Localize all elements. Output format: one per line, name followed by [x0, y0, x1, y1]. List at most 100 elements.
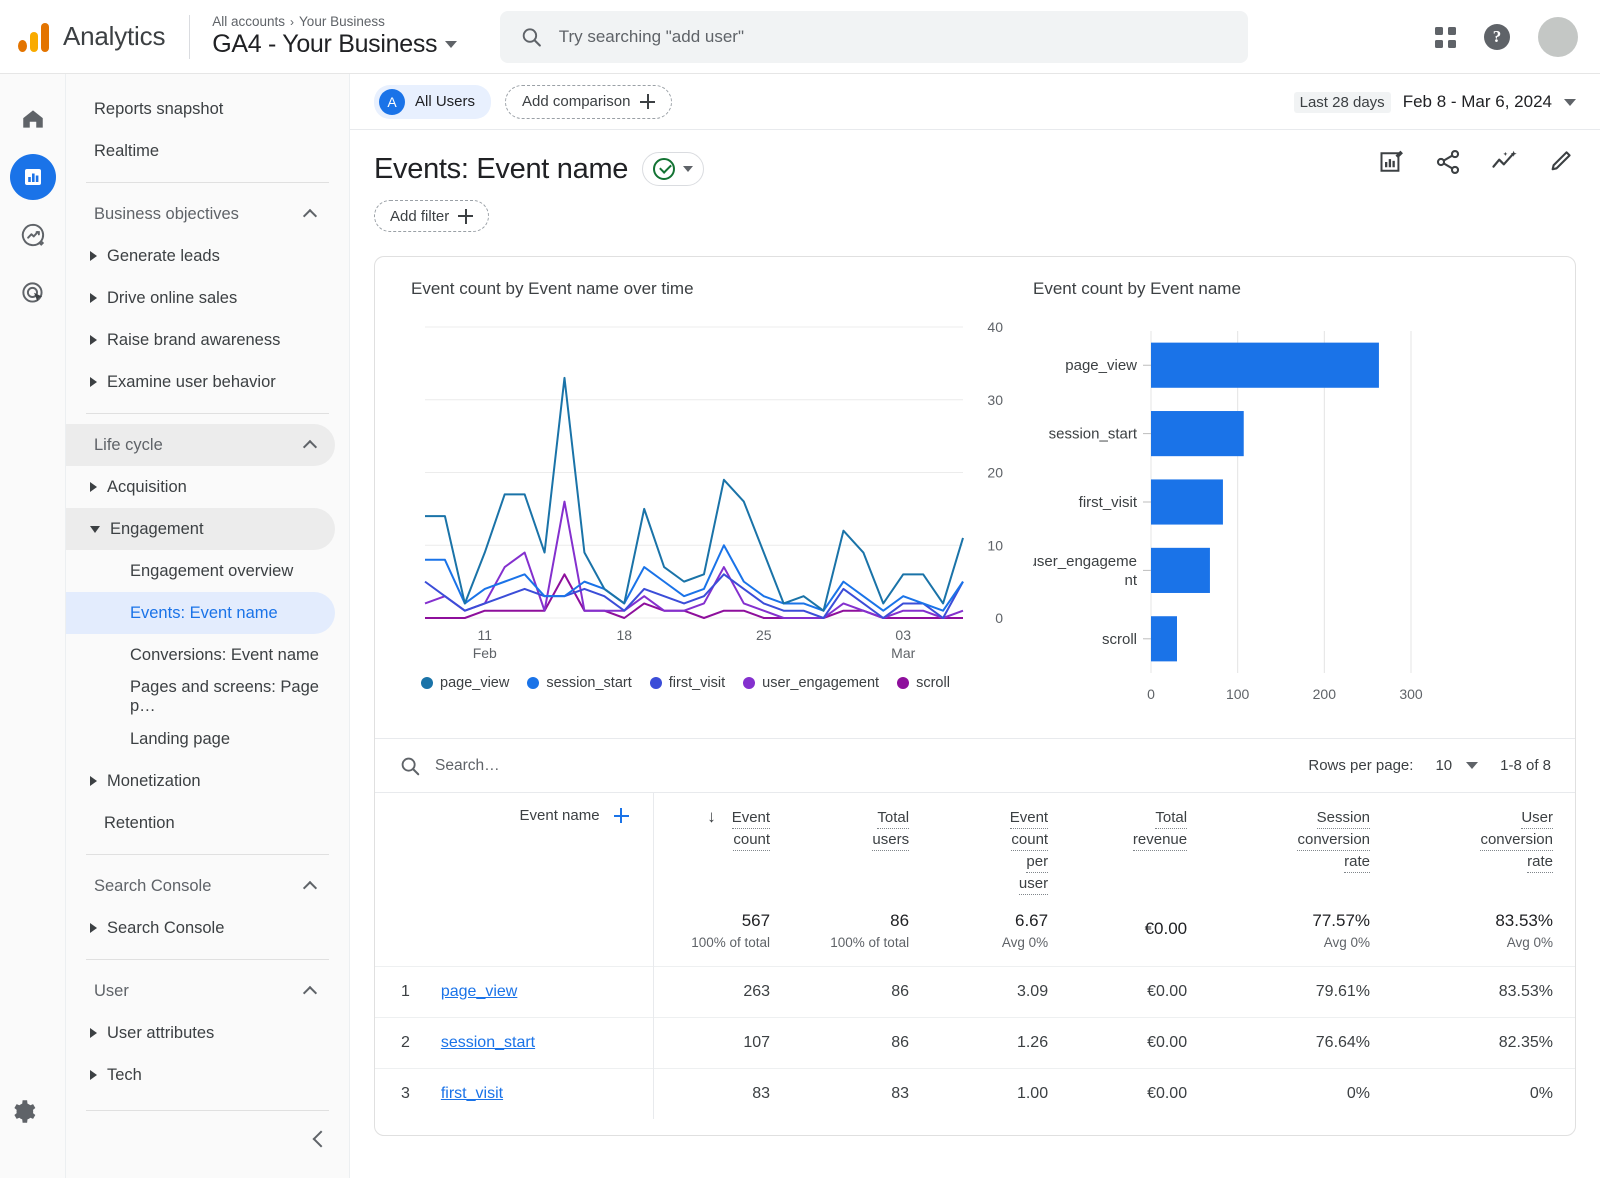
property-name[interactable]: GA4 - Your Business	[212, 30, 457, 59]
sidebar-item-search-console[interactable]: Search Console	[66, 907, 335, 949]
row-event-link[interactable]: page_view	[441, 983, 518, 1000]
sidebar-item-examine-user-behavior[interactable]: Examine user behavior	[66, 361, 335, 403]
report-status-dropdown[interactable]	[642, 152, 704, 186]
rows-per-page-select[interactable]: 10	[1435, 757, 1478, 774]
summary-event-count: 567 100% of total	[653, 905, 792, 967]
global-search[interactable]	[500, 11, 1248, 63]
sidebar-item-tech[interactable]: Tech	[66, 1054, 335, 1096]
line-chart[interactable]: 01020304011Feb182503Mar	[411, 317, 1011, 662]
sidebar-item-engagement[interactable]: Engagement	[66, 508, 335, 550]
reports-icon[interactable]	[10, 154, 56, 200]
add-comparison-button[interactable]: Add comparison	[505, 85, 672, 119]
sidebar-item-acquisition[interactable]: Acquisition	[66, 466, 335, 508]
table-search-input[interactable]	[435, 757, 715, 775]
row-event-link[interactable]: session_start	[441, 1034, 535, 1051]
sidebar-group-life-cycle[interactable]: Life cycle	[66, 424, 335, 466]
avatar[interactable]	[1538, 17, 1578, 57]
chevron-down-icon[interactable]	[445, 41, 457, 48]
comparison-bar: A All Users Add comparison Last 28 days …	[350, 74, 1600, 130]
date-range-picker[interactable]: Last 28 days Feb 8 - Mar 6, 2024	[1294, 74, 1576, 130]
table-row[interactable]: 1 page_view 263 86 3.09 €0.00 79.61% 83.…	[375, 967, 1575, 1018]
sidebar-group-search-console[interactable]: Search Console	[66, 865, 335, 907]
advertising-icon[interactable]	[10, 270, 56, 316]
legend-item-session_start[interactable]: session_start	[527, 675, 631, 691]
chevron-right-icon	[90, 923, 97, 933]
breadcrumb-business[interactable]: Your Business	[299, 14, 385, 29]
date-preset-label: Last 28 days	[1294, 92, 1391, 113]
col-header-session-conversion-rate[interactable]: Session conversion rate	[1209, 793, 1392, 906]
chevron-down-icon[interactable]	[683, 166, 693, 172]
col-header-event-count[interactable]: ↓ Event count	[653, 793, 792, 906]
chevron-up-icon[interactable]	[303, 440, 317, 454]
sidebar-item-conversions-event-name[interactable]: Conversions: Event name	[66, 634, 335, 676]
bar-first_visit[interactable]	[1151, 479, 1223, 524]
report-card: Event count by Event name over time 0102…	[374, 256, 1576, 1136]
row-event-name[interactable]: page_view	[441, 967, 653, 1018]
col-header-user-conversion-rate[interactable]: User conversion rate	[1392, 793, 1575, 906]
apps-grid-icon[interactable]	[1435, 27, 1456, 48]
sidebar-group-user[interactable]: User	[66, 970, 335, 1012]
sidebar-item-landing-page[interactable]: Landing page	[66, 718, 335, 760]
divider	[86, 1110, 329, 1111]
sidebar-item-retention[interactable]: Retention	[66, 802, 335, 844]
chevron-up-icon[interactable]	[303, 209, 317, 223]
chevron-down-icon[interactable]	[1564, 99, 1576, 106]
sort-descending-arrow[interactable]: ↓	[707, 807, 716, 827]
sidebar-item-engagement-overview[interactable]: Engagement overview	[66, 550, 335, 592]
sidebar-item-generate-leads[interactable]: Generate leads	[66, 235, 335, 277]
summary-total-revenue: €0.00	[1070, 905, 1209, 967]
chevron-right-icon	[90, 377, 97, 387]
collapse-nav-button[interactable]	[315, 1132, 327, 1150]
sidebar-group-business-objectives[interactable]: Business objectives	[66, 193, 335, 235]
home-icon[interactable]	[10, 96, 56, 142]
bar-session_start[interactable]	[1151, 411, 1244, 456]
sidebar-item-realtime[interactable]: Realtime	[66, 130, 335, 172]
breadcrumb-all-accounts[interactable]: All accounts	[212, 14, 285, 29]
edit-pencil-icon[interactable]	[1548, 148, 1576, 176]
table-search[interactable]	[399, 755, 715, 777]
legend-item-scroll[interactable]: scroll	[897, 675, 950, 691]
chevron-up-icon[interactable]	[303, 986, 317, 1000]
sidebar-item-events-event-name[interactable]: Events: Event name	[66, 592, 335, 634]
chevron-right-icon	[90, 251, 97, 261]
sidebar-item-user-attributes[interactable]: User attributes	[66, 1012, 335, 1054]
chevron-left-icon	[313, 1131, 330, 1148]
col-header-total-revenue[interactable]: Total revenue	[1070, 793, 1209, 906]
row-event-name[interactable]: first_visit	[441, 1069, 653, 1120]
sidebar-item-raise-brand-awareness[interactable]: Raise brand awareness	[66, 319, 335, 361]
trend-sparkline-icon[interactable]	[1490, 148, 1520, 176]
table-row[interactable]: 2 session_start 107 86 1.26 €0.00 76.64%…	[375, 1018, 1575, 1069]
legend-item-page_view[interactable]: page_view	[421, 675, 509, 691]
admin-settings-icon[interactable]	[10, 1098, 37, 1130]
sidebar-item-reports-snapshot[interactable]: Reports snapshot	[66, 88, 335, 130]
x-axis-tick: 0	[1147, 686, 1155, 702]
sidebar-item-drive-online-sales[interactable]: Drive online sales	[66, 277, 335, 319]
legend-item-user_engagement[interactable]: user_engagement	[743, 675, 879, 691]
row-event-link[interactable]: first_visit	[441, 1085, 503, 1102]
sidebar-item-monetization[interactable]: Monetization	[66, 760, 335, 802]
row-event-name[interactable]: session_start	[441, 1018, 653, 1069]
bar-category-label: first_visit	[1079, 494, 1138, 511]
cell-session-conversion-rate: 79.61%	[1209, 967, 1392, 1018]
col-header-event-count-per-user[interactable]: Event count per user	[931, 793, 1070, 906]
account-selector[interactable]: All accounts › Your Business GA4 - Your …	[212, 14, 457, 59]
bar-user_engagement[interactable]	[1151, 548, 1210, 593]
insights-chart-icon[interactable]	[1378, 148, 1406, 176]
add-dimension-icon[interactable]	[614, 808, 629, 823]
explore-icon[interactable]	[10, 212, 56, 258]
legend-item-first_visit[interactable]: first_visit	[650, 675, 725, 691]
add-filter-button[interactable]: Add filter	[374, 200, 489, 232]
bar-chart[interactable]: 0100200300page_viewsession_startfirst_vi…	[1033, 317, 1433, 717]
help-icon[interactable]: ?	[1484, 24, 1510, 50]
share-icon[interactable]	[1434, 148, 1462, 176]
chevron-up-icon[interactable]	[303, 881, 317, 895]
col-header-total-users[interactable]: Total users	[792, 793, 931, 906]
search-input[interactable]	[559, 27, 1228, 47]
sidebar-item-pages-and-screens[interactable]: Pages and screens: Page p…	[66, 676, 335, 718]
bar-page_view[interactable]	[1151, 343, 1379, 388]
cell-event-count: 107	[653, 1018, 792, 1069]
bar-scroll[interactable]	[1151, 616, 1177, 661]
all-users-chip[interactable]: A All Users	[374, 85, 491, 119]
analytics-logo-icon	[18, 22, 49, 52]
table-row[interactable]: 3 first_visit 83 83 1.00 €0.00 0% 0%	[375, 1069, 1575, 1120]
